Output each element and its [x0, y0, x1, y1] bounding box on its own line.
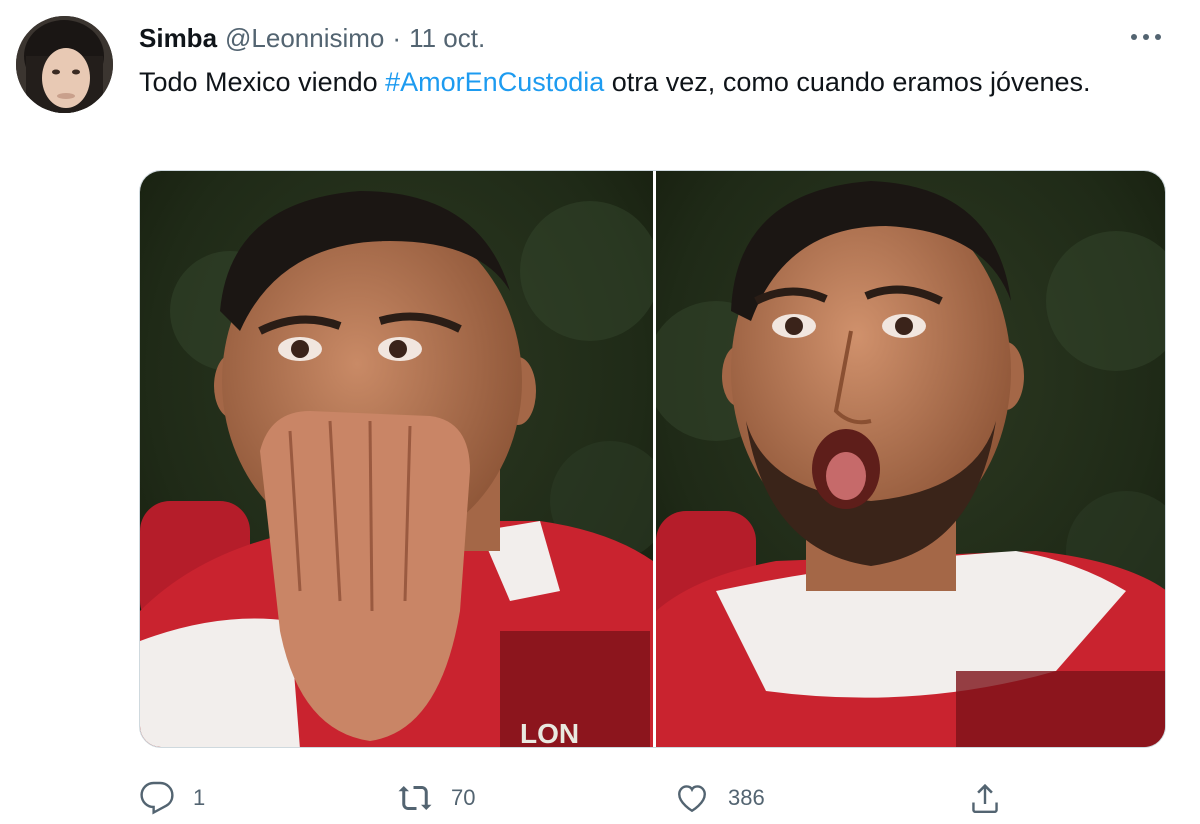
retweet-button[interactable]: 70 [397, 776, 475, 820]
profile-avatar-icon [16, 16, 113, 113]
reply-count: 1 [193, 785, 206, 810]
tweet-text: Todo Mexico viendo #AmorEnCustodia otra … [139, 62, 1149, 103]
share-icon [972, 783, 998, 813]
photo-man-covering-mouth-icon: LON [140, 171, 653, 748]
avatar[interactable] [16, 16, 113, 113]
heart-icon [678, 785, 706, 813]
svg-text:LON: LON [520, 718, 579, 748]
media-photo-2[interactable] [656, 171, 1165, 747]
reply-button[interactable]: 1 [139, 776, 205, 820]
like-count: 386 [728, 785, 765, 810]
tweet-text-before: Todo Mexico viendo [139, 67, 386, 97]
more-options-button[interactable] [1128, 22, 1164, 52]
like-button[interactable]: 386 [674, 776, 765, 820]
hashtag-link[interactable]: #AmorEnCustodia [385, 67, 604, 97]
tweet[interactable]: Simba @Leonnisimo · 11 oct. Todo Mexico … [0, 0, 1200, 824]
reply-icon [140, 781, 174, 815]
tweet-text-after: otra vez, como cuando eramos jóvenes. [604, 67, 1091, 97]
separator-dot: · [392, 22, 402, 53]
photo-man-mouth-open-icon [656, 171, 1165, 747]
display-name[interactable]: Simba [139, 23, 217, 54]
tweet-date[interactable]: 11 oct. [409, 23, 485, 54]
share-button[interactable] [967, 776, 1003, 820]
retweet-icon [398, 786, 432, 810]
tweet-actions: 1 70 386 [139, 776, 1169, 820]
more-icon [1131, 34, 1161, 40]
user-handle[interactable]: @Leonnisimo [225, 23, 384, 54]
media-photo-1[interactable]: LON [140, 171, 653, 748]
retweet-count: 70 [451, 785, 476, 810]
tweet-header: Simba @Leonnisimo · 11 oct. [139, 20, 485, 56]
media-grid: LON [139, 170, 1166, 748]
